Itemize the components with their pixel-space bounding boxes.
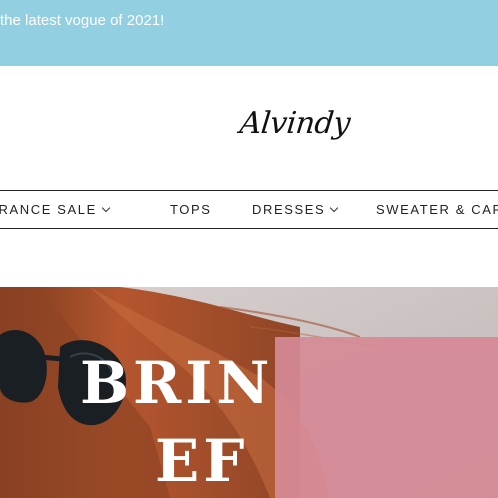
nav-item-tops[interactable]: TOPS (170, 202, 212, 217)
brand-logo[interactable]: Alvindy (238, 106, 351, 141)
hero-banner[interactable]: BRIN EF (0, 287, 498, 498)
announcement-text: the latest vogue of 2021! (0, 12, 165, 29)
hero-headline: BRIN (80, 349, 274, 417)
nav-item-label: SWEATER & CAR (376, 202, 498, 217)
main-nav: EARANCE SALE TOPS DRESSES SWEATER & CAR (0, 190, 498, 229)
nav-item-dresses[interactable]: DRESSES (252, 202, 339, 217)
hero-headline-line2: EF (155, 427, 249, 495)
nav-item-sweater-cardigan[interactable]: SWEATER & CAR (376, 202, 498, 217)
site-header: Alvindy (0, 66, 498, 190)
announcement-bar: the latest vogue of 2021! (0, 0, 498, 66)
chevron-down-icon (101, 203, 111, 213)
promo-box (275, 337, 498, 498)
nav-item-label: EARANCE SALE (0, 202, 97, 217)
chevron-down-icon (330, 203, 339, 213)
nav-item-label: TOPS (170, 202, 212, 217)
nav-item-label: DRESSES (252, 202, 326, 217)
nav-item-clearance-sale[interactable]: EARANCE SALE (0, 202, 111, 217)
